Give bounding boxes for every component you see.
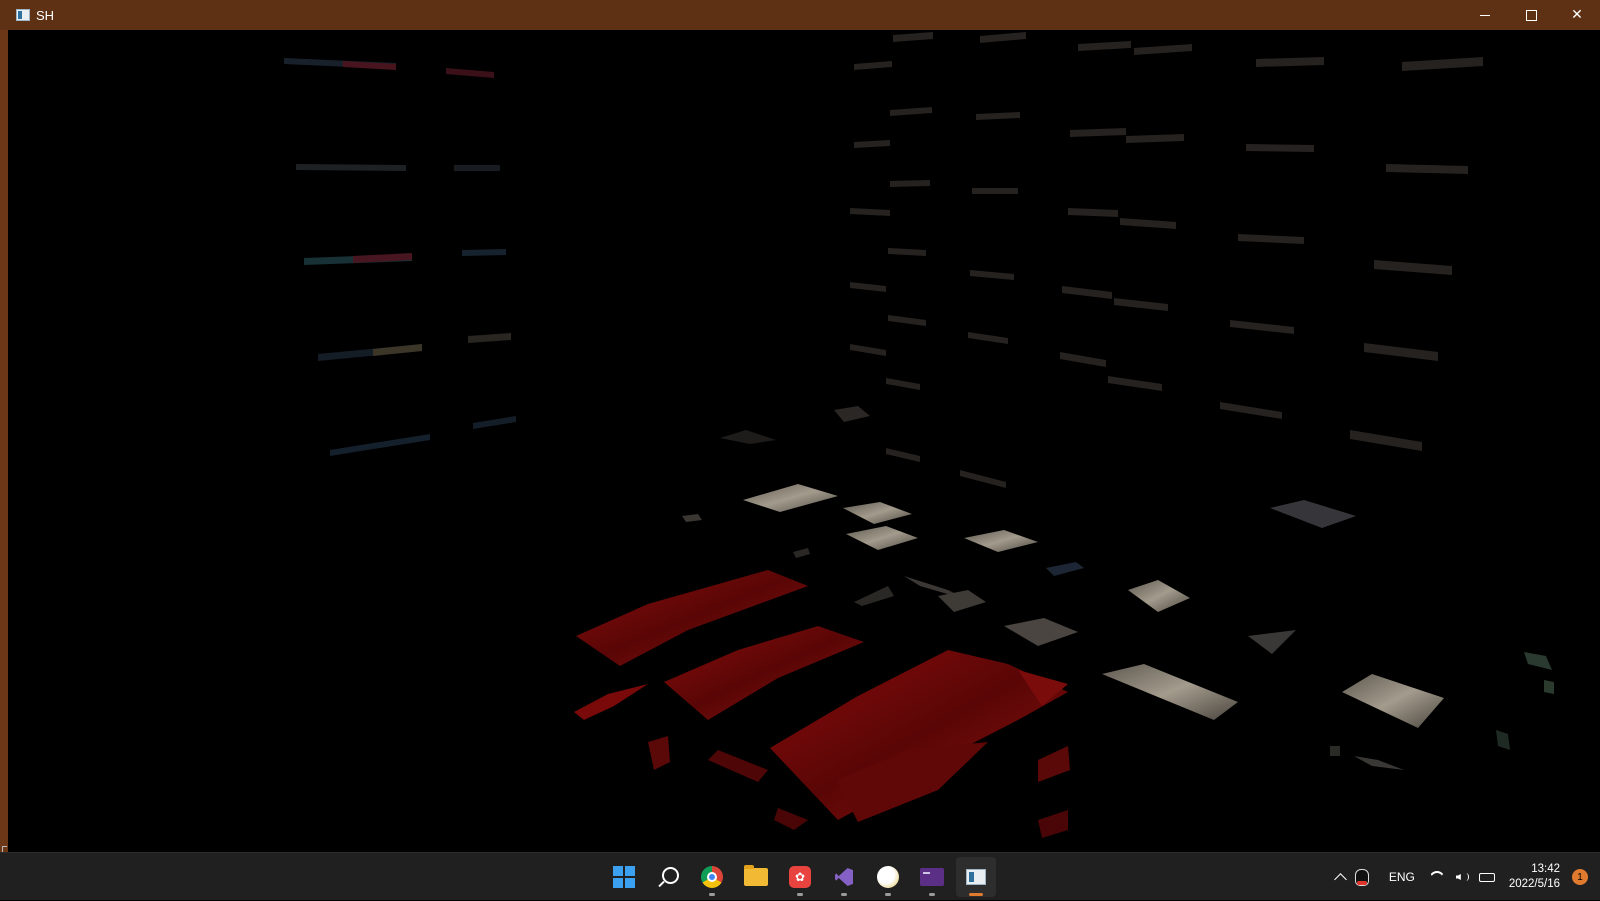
quick-settings-button[interactable] <box>1429 871 1495 883</box>
left-floating-strips <box>284 58 516 456</box>
maximize-button[interactable] <box>1508 0 1554 30</box>
close-icon: ✕ <box>1571 7 1583 23</box>
right-floating-bars <box>850 32 1483 488</box>
window-controls: ✕ <box>1462 0 1600 30</box>
red-app-icon: ✿ <box>789 866 811 888</box>
terminal-icon <box>920 868 944 886</box>
windows-start-icon <box>613 866 635 888</box>
qq-penguin-icon <box>1354 868 1369 886</box>
taskbar-apps: ✿ <box>604 853 996 901</box>
taskbar-chrome[interactable] <box>692 857 732 897</box>
running-indicator <box>797 893 803 896</box>
start-button[interactable] <box>604 857 644 897</box>
show-hidden-icons-button[interactable] <box>1326 871 1355 886</box>
window-left-border <box>0 30 8 858</box>
close-button[interactable]: ✕ <box>1554 0 1600 30</box>
3d-scene-render <box>284 32 1554 838</box>
clock-time: 13:42 <box>1531 863 1560 875</box>
window-title: SH <box>36 7 55 23</box>
folder-icon <box>744 865 768 886</box>
taskbar-terminal[interactable] <box>912 857 952 897</box>
3d-viewport[interactable] <box>8 30 1600 852</box>
maximize-icon <box>1525 9 1537 21</box>
red-floor-blocks <box>574 570 1070 838</box>
language-indicator[interactable]: ENG <box>1389 870 1415 884</box>
taskbar-moon-app[interactable] <box>868 857 908 897</box>
moon-icon <box>877 866 899 888</box>
qq-tray-button[interactable] <box>1354 868 1377 886</box>
taskbar: ✿ ENG 13:42 2022/5/16 1 <box>0 852 1600 900</box>
search-button[interactable] <box>648 857 688 897</box>
minimize-button[interactable] <box>1462 0 1508 30</box>
active-indicator <box>969 893 983 896</box>
window-title-bar[interactable]: SH ✕ <box>0 0 1600 30</box>
system-tray: ENG 13:42 2022/5/16 1 <box>1326 853 1600 901</box>
notification-badge[interactable]: 1 <box>1572 869 1588 885</box>
volume-icon <box>1455 871 1469 883</box>
visual-studio-icon <box>833 866 855 888</box>
taskbar-file-explorer[interactable] <box>736 857 776 897</box>
battery-icon <box>1478 872 1495 882</box>
wifi-icon <box>1429 871 1445 883</box>
running-indicator <box>929 893 935 896</box>
clock-date: 2022/5/16 <box>1508 878 1560 890</box>
taskbar-red-app[interactable]: ✿ <box>780 857 820 897</box>
minimize-icon <box>1480 14 1490 16</box>
clock-button[interactable]: 13:42 2022/5/16 <box>1509 862 1560 892</box>
search-icon <box>661 866 679 884</box>
taskbar-sh-app[interactable] <box>956 857 996 897</box>
chrome-icon <box>701 866 723 888</box>
running-indicator <box>841 893 847 896</box>
sh-window-icon <box>966 869 986 885</box>
running-indicator <box>885 893 891 896</box>
sh-window-icon <box>16 9 30 21</box>
chevron-up-icon <box>1333 872 1347 886</box>
taskbar-visual-studio[interactable] <box>824 857 864 897</box>
scattered-floor-tiles <box>682 406 1554 770</box>
running-indicator <box>709 893 715 896</box>
